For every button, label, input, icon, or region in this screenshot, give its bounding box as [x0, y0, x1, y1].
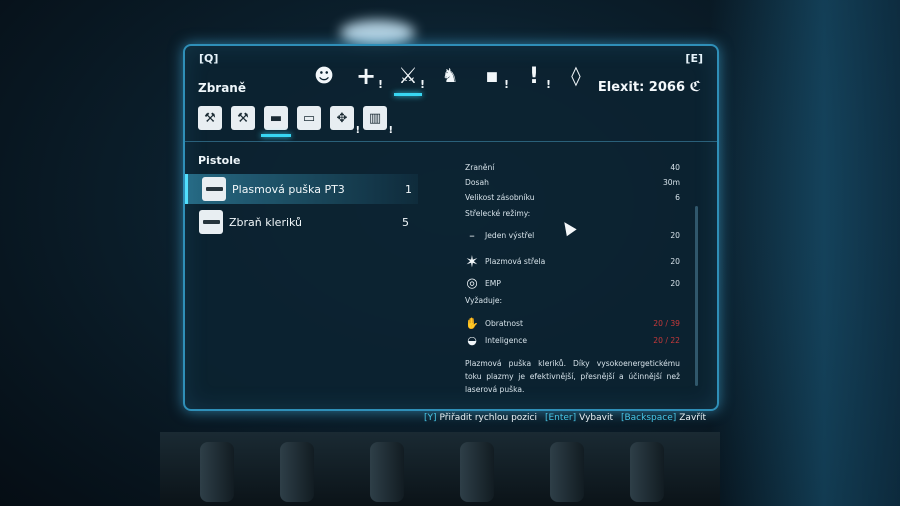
- crossed-weapons-icon: ⚔: [398, 63, 418, 89]
- subtab-axes[interactable]: ⚒: [231, 106, 255, 130]
- section-title: Zbraně: [198, 81, 246, 95]
- fire-mode-row: ◎ EMP 20: [466, 276, 680, 291]
- fire-modes-title: Střelecké režimy:: [465, 209, 531, 218]
- hand-icon: ✋: [465, 317, 479, 330]
- pistol-icon: ▬: [269, 110, 283, 126]
- weapon-count: 5: [402, 215, 409, 229]
- subtab-ammo[interactable]: ▥ !: [363, 106, 393, 136]
- subtab-swords[interactable]: ⚒: [198, 106, 222, 130]
- tab-crystals[interactable]: ◊: [559, 58, 593, 94]
- requirement-row: ✋ Obratnost 20 / 39: [465, 317, 680, 330]
- new-item-mark: !: [388, 125, 393, 136]
- fire-mode-row: ✶ Plazmová střela 20: [465, 252, 680, 271]
- tab-armor[interactable]: ♞: [433, 58, 467, 94]
- armor-icon: ♞: [441, 65, 459, 87]
- elexit-currency-icon: ℭ: [689, 79, 701, 95]
- tab-mask[interactable]: ☻: [307, 58, 341, 94]
- dash-icon: –: [469, 229, 475, 242]
- background-scenery: [710, 0, 900, 506]
- subtab-pistols[interactable]: ▬: [261, 106, 291, 137]
- new-item-mark: !: [377, 78, 383, 91]
- details-scrollbar[interactable]: [695, 206, 698, 386]
- hint-close[interactable]: [Backspace] Zavřít: [621, 413, 706, 423]
- quest-icon: !: [528, 63, 540, 89]
- medkit-plus-icon: +: [355, 62, 377, 90]
- subtab-rifles[interactable]: ▭: [297, 106, 321, 130]
- tab-quests[interactable]: ! !: [517, 58, 551, 94]
- inventory-panel: [Q] [E] ☻ + ! ⚔ ! ♞ ◼ ! ! ! ◊ Zbraně Ele…: [183, 44, 719, 411]
- background-floor: [160, 432, 720, 506]
- stat-row: Velikost zásobníku 6: [465, 193, 680, 202]
- weapon-description: Plazmová puška kleriků. Díky vysokoenerg…: [465, 359, 680, 394]
- elexit-balance: Elexit: 2066 ℭ: [597, 79, 701, 95]
- sword-icon: ⚒: [204, 110, 216, 126]
- new-item-mark: !: [355, 125, 360, 136]
- subtab-grenades[interactable]: ✥ !: [330, 106, 360, 136]
- ammo-icon: ▥: [368, 110, 382, 126]
- stat-row: Zranění 40: [465, 163, 680, 172]
- crate-icon: ◼: [485, 67, 499, 85]
- cleric-gun-icon: [199, 210, 223, 234]
- grenade-icon: ✥: [336, 110, 348, 126]
- next-tab-key[interactable]: [E]: [685, 52, 703, 65]
- tab-medkit[interactable]: + !: [349, 58, 383, 94]
- requirement-row: ◒ Inteligence 20 / 22: [465, 334, 680, 347]
- requires-title: Vyžaduje:: [465, 296, 503, 305]
- rifle-icon: ▭: [302, 110, 316, 126]
- head-icon: ◒: [467, 334, 477, 347]
- new-item-mark: !: [545, 78, 551, 91]
- background-light: [340, 20, 415, 46]
- weapon-name: Plasmová puška PT3: [232, 182, 345, 196]
- weapon-row-cleric-gun[interactable]: Zbraň kleriků 5: [185, 207, 415, 237]
- axe-icon: ⚒: [237, 110, 249, 126]
- list-category-title: Pistole: [198, 154, 241, 167]
- plasma-burst-icon: ✶: [465, 252, 479, 271]
- tab-items[interactable]: ◼ !: [475, 58, 509, 94]
- weapon-row-plasma-rifle[interactable]: Plasmová puška PT3 1: [185, 174, 418, 204]
- mask-icon: ☻: [314, 65, 334, 87]
- emp-icon: ◎: [466, 276, 478, 291]
- control-hints: [Y] Přiřadit rychlou pozici [Enter] Vybavi…: [424, 413, 706, 423]
- weapon-name: Zbraň kleriků: [229, 215, 303, 229]
- tab-weapons[interactable]: ⚔ !: [391, 58, 425, 96]
- hint-quick-slot[interactable]: [Y] Přiřadit rychlou pozici: [424, 413, 537, 423]
- stat-row: Dosah 30m: [465, 178, 680, 187]
- crystal-icon: ◊: [571, 65, 581, 87]
- divider: [185, 141, 717, 142]
- new-item-mark: !: [503, 78, 509, 91]
- hint-equip[interactable]: [Enter] Vybavit: [545, 413, 613, 423]
- new-item-mark: !: [419, 78, 425, 91]
- plasma-rifle-icon: [202, 177, 226, 201]
- prev-tab-key[interactable]: [Q]: [199, 52, 218, 65]
- weapon-count: 1: [405, 182, 412, 196]
